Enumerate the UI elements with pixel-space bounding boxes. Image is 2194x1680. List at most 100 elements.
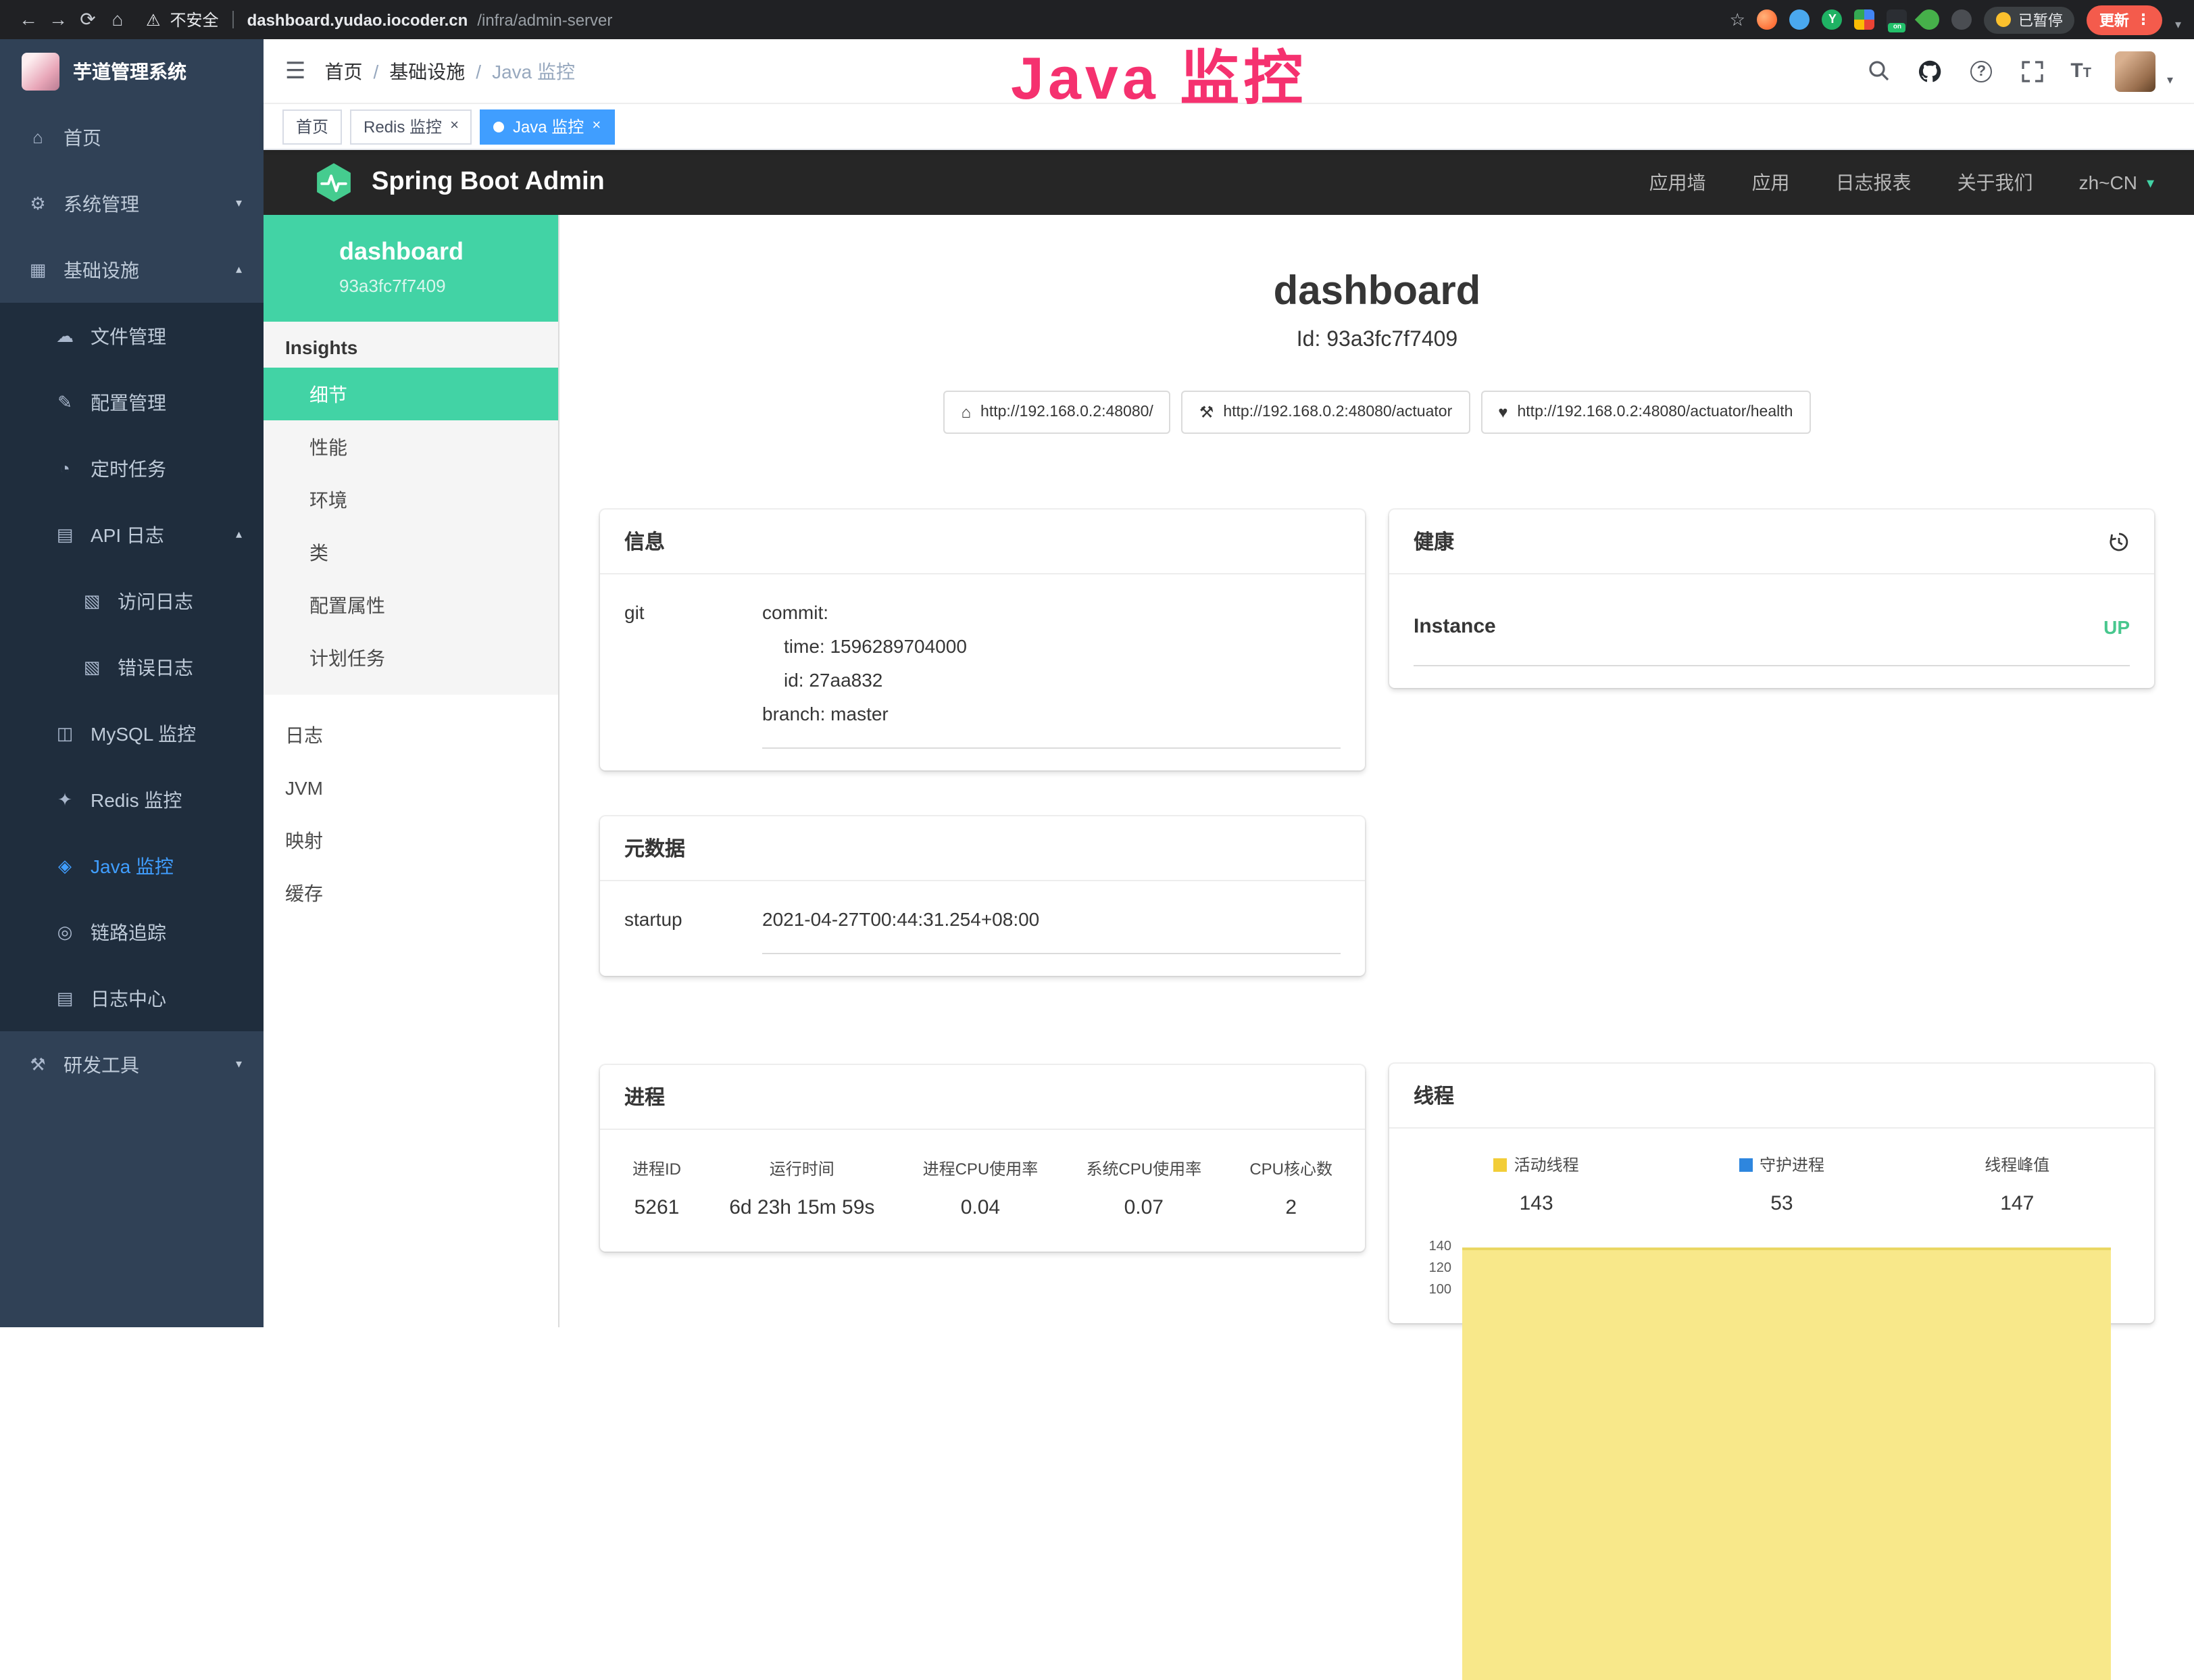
sba-item-mappings[interactable]: 映射 (264, 814, 558, 866)
sba-nav-journal[interactable]: 日志报表 (1836, 169, 1912, 196)
sidebar-item-java-monitor[interactable]: ◈ Java 监控 (0, 833, 264, 899)
legend-peak-threads[interactable]: 线程峰值 147 (1985, 1153, 2049, 1215)
home-icon: ⌂ (962, 403, 972, 422)
info-key: git (624, 596, 762, 749)
git-branch-line: branch: master (762, 697, 1341, 731)
update-label: 更新 (2099, 9, 2129, 30)
active-tab-dot (494, 121, 505, 132)
paused-badge[interactable]: 已暂停 (1985, 6, 2075, 33)
tab-java-monitor[interactable]: Java 监控 × (480, 109, 614, 144)
sidebar-item-redis-monitor[interactable]: ✦ Redis 监控 (0, 766, 264, 833)
sidebar-item-label: Java 监控 (91, 852, 174, 879)
sidebar-item-tracing[interactable]: ◎ 链路追踪 (0, 899, 264, 965)
endpoint-root-button[interactable]: ⌂ http://192.168.0.2:48080/ (944, 391, 1171, 434)
endpoint-actuator-button[interactable]: ⚒ http://192.168.0.2:48080/actuator (1182, 391, 1470, 434)
sba-item-environment[interactable]: 环境 (264, 473, 558, 526)
grid-extension-icon[interactable] (1855, 9, 1875, 30)
sidebar-item-api-logs[interactable]: ▤ API 日志 ▴ (0, 501, 264, 568)
sidebar-item-error-logs[interactable]: ▧ 错误日志 (0, 634, 264, 700)
close-icon[interactable]: × (592, 119, 601, 134)
forward-icon[interactable]: → (43, 0, 73, 39)
health-card: 健康 (1389, 510, 2154, 688)
browser-home-icon[interactable]: ⌂ (103, 0, 132, 39)
sba-item-details[interactable]: 细节 (264, 368, 558, 420)
sidebar-item-access-logs[interactable]: ▧ 访问日志 (0, 568, 264, 634)
sba-item-config-props[interactable]: 配置属性 (264, 578, 558, 631)
search-icon[interactable] (1865, 57, 1892, 84)
sidebar-item-log-center[interactable]: ▤ 日志中心 (0, 965, 264, 1031)
endpoint-url: http://192.168.0.2:48080/actuator/health (1518, 404, 1793, 420)
sba-language-select[interactable]: zh~CN ▾ (2079, 172, 2154, 193)
sba-item-caches[interactable]: 缓存 (264, 866, 558, 919)
hamburger-icon[interactable]: ☰ (285, 57, 306, 84)
github-icon[interactable] (1916, 57, 1943, 84)
sba-item-scheduled-tasks[interactable]: 计划任务 (264, 631, 558, 684)
tab-label: Redis 监控 (364, 115, 442, 138)
legend-label: 守护进程 (1760, 1156, 1824, 1175)
sba-item-metrics[interactable]: 性能 (264, 420, 558, 473)
help-icon[interactable]: ? (1968, 57, 1995, 84)
reload-icon[interactable]: ⟳ (73, 0, 103, 39)
sba-side-list: 日志 JVM 映射 缓存 (264, 695, 558, 919)
sba-item-classes[interactable]: 类 (264, 526, 558, 578)
leaf-extension-icon[interactable] (1916, 5, 1944, 34)
sidebar-item-label: 链路追踪 (91, 918, 166, 945)
user-avatar[interactable] (2116, 51, 2156, 91)
endpoint-health-button[interactable]: ♥ http://192.168.0.2:48080/actuator/heal… (1480, 391, 1810, 434)
fox-extension-icon[interactable] (1757, 9, 1778, 30)
breadcrumb-infrastructure[interactable]: 基础设施 (389, 57, 465, 84)
sba-brand[interactable]: Spring Boot Admin (312, 161, 605, 204)
breadcrumb: 首页 / 基础设施 / Java 监控 (325, 57, 576, 84)
bookmark-star-icon[interactable]: ☆ (1730, 9, 1745, 30)
paw-extension-icon[interactable] (1952, 9, 1972, 30)
file-icon: ☁ (54, 325, 76, 347)
sidebar-item-cron-jobs[interactable]: ◔ 定时任务 (0, 435, 264, 501)
sba-item-logs[interactable]: 日志 (264, 708, 558, 761)
endpoint-buttons: ⌂ http://192.168.0.2:48080/ ⚒ http://192… (597, 391, 2157, 434)
sba-nav-about[interactable]: 关于我们 (1958, 169, 2033, 196)
kebab-menu-icon[interactable]: ⋮ (2136, 11, 2151, 28)
avatar-caret-icon[interactable]: ▾ (2167, 73, 2173, 88)
font-size-icon[interactable]: TT (2070, 59, 2091, 82)
close-icon[interactable]: × (450, 119, 459, 134)
git-commit-line: commit: (762, 596, 1341, 630)
sidebar-item-mysql-monitor[interactable]: ◫ MySQL 监控 (0, 700, 264, 766)
sba-nav-wallboard[interactable]: 应用墙 (1649, 169, 1706, 196)
process-label: 进程CPU使用率 (923, 1157, 1039, 1180)
sidebar-item-file-mgmt[interactable]: ☁ 文件管理 (0, 303, 264, 369)
sba-item-jvm[interactable]: JVM (264, 761, 558, 814)
back-icon[interactable]: ← (14, 0, 43, 39)
update-button[interactable]: 更新 ⋮ (2087, 5, 2163, 34)
tab-redis-monitor[interactable]: Redis 监控 × (350, 109, 472, 144)
y-extension-icon[interactable]: Y (1822, 9, 1843, 30)
breadcrumb-home[interactable]: 首页 (325, 57, 363, 84)
sidebar-item-system-mgmt[interactable]: ⚙ 系统管理 ▾ (0, 170, 264, 237)
legend-live-threads[interactable]: 活动线程 143 (1494, 1153, 1579, 1215)
on-badge-extension-icon[interactable]: on (1887, 9, 1908, 30)
tools-icon: ⚒ (27, 1054, 49, 1075)
app-logo-row[interactable]: 芋道管理系统 (0, 39, 264, 104)
drop-extension-icon[interactable] (1790, 9, 1810, 30)
legend-label: 线程峰值 (1985, 1156, 2049, 1175)
sba-nav-applications[interactable]: 应用 (1752, 169, 1790, 196)
health-icon: ♥ (1498, 403, 1507, 422)
sidebar-item-home[interactable]: ⌂ 首页 (0, 104, 264, 170)
history-icon[interactable] (2108, 530, 2130, 552)
chrome-caret-icon[interactable]: ▾ (2175, 17, 2181, 34)
legend-daemon-threads[interactable]: 守护进程 53 (1739, 1153, 1824, 1215)
sidebar-item-infrastructure[interactable]: ▦ 基础设施 ▴ (0, 237, 264, 303)
address-bar[interactable]: ⚠ 不安全 dashboard.yudao.iocoder.cn/infra/a… (146, 8, 1730, 31)
wrench-icon: ⚒ (1199, 403, 1214, 422)
fullscreen-icon[interactable] (2019, 57, 2046, 84)
health-instance-row[interactable]: Instance UP (1414, 596, 2130, 666)
smiley-icon (1997, 12, 2012, 27)
sba-app-header[interactable]: dashboard 93a3fc7f7409 (264, 215, 558, 322)
tab-home[interactable]: 首页 (282, 109, 342, 144)
security-warning-icon[interactable]: ⚠ (146, 10, 161, 29)
sidebar-item-config-mgmt[interactable]: ✎ 配置管理 (0, 369, 264, 435)
health-card-title: 健康 (1414, 527, 1454, 555)
sidebar-item-label: Redis 监控 (91, 786, 182, 813)
config-icon: ✎ (54, 391, 76, 413)
sba-section-insights[interactable]: Insights (264, 322, 558, 368)
sidebar-item-devtools[interactable]: ⚒ 研发工具 ▾ (0, 1031, 264, 1097)
